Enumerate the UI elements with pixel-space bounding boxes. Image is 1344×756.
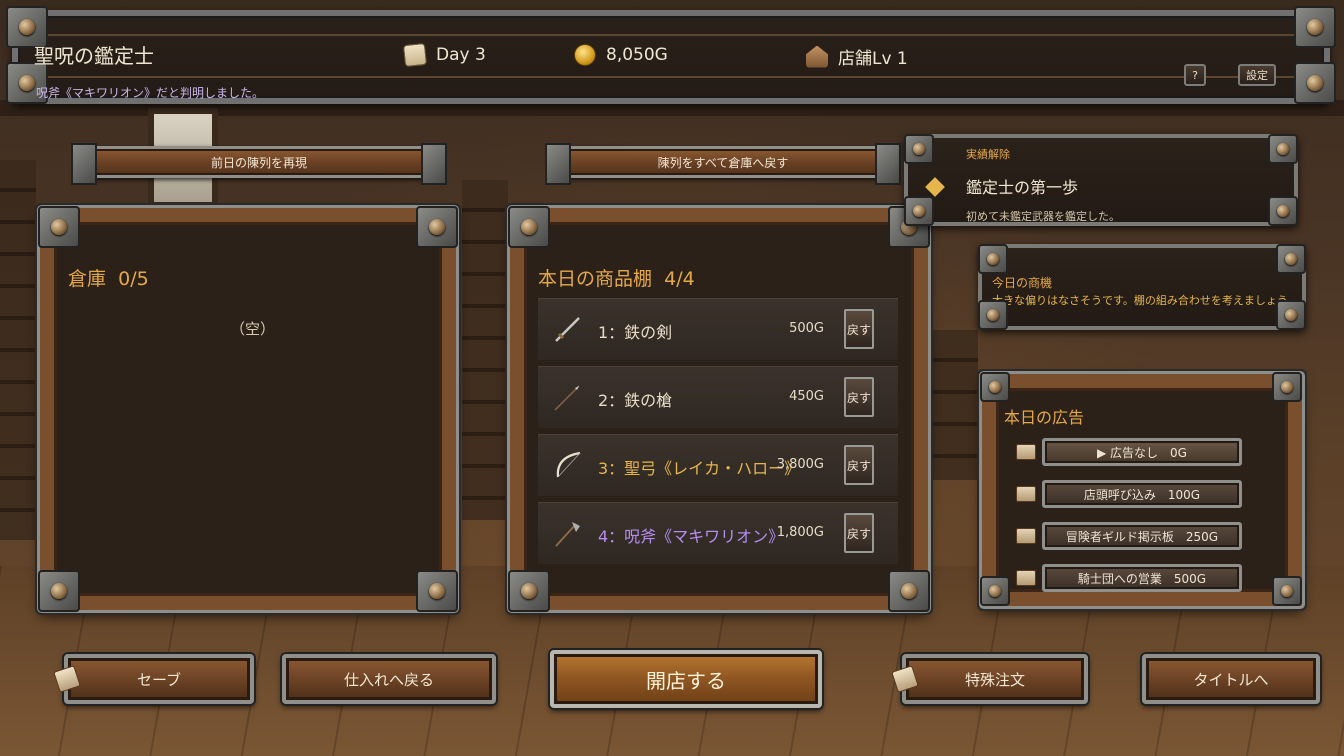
ads-rivet-tl bbox=[980, 372, 1010, 402]
sword-icon bbox=[555, 317, 580, 342]
achievement-rivet-tr bbox=[1268, 134, 1298, 164]
ad-option-guild-board[interactable]: 冒険者ギルド掲示板 250G bbox=[1042, 522, 1242, 550]
topbar-rivet-tr bbox=[1294, 6, 1336, 48]
background-shelf-right bbox=[930, 330, 978, 480]
return-item-button[interactable]: 戻す bbox=[844, 445, 874, 485]
warehouse-empty-text: （空） bbox=[230, 320, 276, 338]
save-label: セーブ bbox=[136, 670, 182, 689]
item-name: 4：呪斧《マキワリオン》 bbox=[598, 527, 785, 546]
return-item-button[interactable]: 戻す bbox=[844, 377, 874, 417]
ad-flyer-icon bbox=[1016, 528, 1036, 544]
background-shelf-mid bbox=[462, 180, 508, 520]
warehouse-rivet-tr bbox=[416, 206, 458, 248]
warehouse-rivet-bl bbox=[38, 570, 80, 612]
day-counter: Day 3 bbox=[402, 42, 486, 68]
day-text: Day 3 bbox=[436, 45, 486, 65]
warehouse-rivet-tl bbox=[38, 206, 80, 248]
warehouse-title-text: 倉庫 bbox=[68, 268, 107, 290]
item-price: 450G bbox=[789, 389, 824, 404]
spear-icon bbox=[554, 385, 580, 411]
achievement-popup: 実績解除 鑑定士の第一歩 初めて未鑑定武器を鑑定した。 bbox=[904, 134, 1298, 226]
shelf-rivet-bl bbox=[508, 570, 550, 612]
help-button[interactable]: ? bbox=[1184, 64, 1206, 86]
game-title: 聖呪の鑑定士 bbox=[34, 44, 154, 68]
shelf-count: 4/4 bbox=[664, 268, 695, 290]
axe-icon bbox=[555, 522, 580, 547]
opportunity-rivet-tl bbox=[978, 244, 1008, 274]
return-all-button[interactable]: 陳列をすべて倉庫へ戻す bbox=[545, 143, 901, 185]
restock-button[interactable]: 仕入れへ戻る bbox=[282, 654, 496, 704]
opportunity-panel: 今日の商機 大きな偏りはなさそうです。棚の組み合わせを考えましょう。 bbox=[978, 244, 1306, 330]
event-log: 呪斧《マキワリオン》だと判明しました。 bbox=[36, 86, 265, 100]
coin-icon bbox=[574, 44, 596, 66]
shop-level: 店舗Lv 1 bbox=[806, 44, 908, 69]
gold-text: 8,050G bbox=[606, 45, 668, 65]
bow-icon bbox=[556, 451, 581, 478]
return-item-button[interactable]: 戻す bbox=[844, 309, 874, 349]
opportunity-text: 大きな偏りはなさそうです。棚の組み合わせを考えましょう。 bbox=[992, 294, 1299, 307]
open-shop-button[interactable]: 開店する bbox=[550, 650, 822, 708]
ad-option-knights[interactable]: 騎士団への営業 500G bbox=[1042, 564, 1242, 592]
ads-rivet-bl bbox=[980, 576, 1010, 606]
gold-counter: 8,050G bbox=[574, 44, 668, 66]
item-name: 3：聖弓《レイカ・ハロー》 bbox=[598, 459, 801, 478]
ads-rivet-tr bbox=[1272, 372, 1302, 402]
save-button[interactable]: セーブ bbox=[53, 654, 254, 704]
topbar-rivet-br bbox=[1294, 62, 1336, 104]
background-shelf-left bbox=[0, 160, 36, 540]
shelf-rivet-br bbox=[888, 570, 930, 612]
item-price: 1,800G bbox=[776, 525, 824, 540]
item-name: 2：鉄の槍 bbox=[598, 391, 673, 410]
opportunity-label: 今日の商機 bbox=[992, 276, 1053, 290]
opportunity-rivet-tr bbox=[1276, 244, 1306, 274]
item-price: 500G bbox=[789, 321, 824, 336]
special-order-label: 特殊注文 bbox=[964, 670, 1025, 689]
shelf-rivet-tl bbox=[508, 206, 550, 248]
return-item-button[interactable]: 戻す bbox=[844, 513, 874, 553]
shelf-item-row[interactable]: 3：聖弓《レイカ・ハロー》 3,800G 戻す bbox=[538, 434, 898, 496]
ad-flyer-icon bbox=[1016, 570, 1036, 586]
shelf-item-row[interactable]: 4：呪斧《マキワリオン》 1,800G 戻す bbox=[538, 502, 898, 564]
item-name: 1：鉄の剣 bbox=[598, 323, 673, 342]
shelf-title-text: 本日の商品棚 bbox=[538, 268, 653, 290]
ads-title: 本日の広告 bbox=[1004, 408, 1085, 427]
warehouse-count: 0/5 bbox=[118, 268, 149, 290]
title-button[interactable]: タイトルへ bbox=[1142, 654, 1320, 704]
shop-icon bbox=[806, 45, 828, 68]
shelf-item-row[interactable]: 2：鉄の槍 450G 戻す bbox=[538, 366, 898, 428]
special-order-button[interactable]: 特殊注文 bbox=[891, 654, 1088, 704]
ad-flyer-icon bbox=[1016, 444, 1036, 460]
opportunity-rivet-br bbox=[1276, 300, 1306, 330]
achievement-rivet-tl bbox=[904, 134, 934, 164]
settings-button[interactable]: 設定 bbox=[1238, 64, 1276, 86]
achievement-label: 実績解除 bbox=[966, 148, 1010, 161]
warehouse-rivet-br bbox=[416, 570, 458, 612]
restore-yesterday-button[interactable]: 前日の陳列を再現 bbox=[71, 143, 447, 185]
achievement-name: 鑑定士の第一歩 bbox=[966, 178, 1079, 197]
ad-option-storefront[interactable]: 店頭呼び込み 100G bbox=[1042, 480, 1242, 508]
achievement-description: 初めて未鑑定武器を鑑定した。 bbox=[966, 210, 1120, 223]
shop-level-text: 店舗Lv 1 bbox=[838, 49, 908, 69]
achievement-rivet-br bbox=[1268, 196, 1298, 226]
achievement-rivet-bl bbox=[904, 196, 934, 226]
ads-rivet-br bbox=[1272, 576, 1302, 606]
top-status-bar-inner bbox=[36, 34, 1306, 78]
ad-flyer-icon bbox=[1016, 486, 1036, 502]
warehouse-title: 倉庫 0/5 bbox=[68, 264, 149, 291]
achievement-diamond-icon bbox=[925, 177, 945, 197]
scroll-icon bbox=[402, 42, 428, 68]
item-price: 3,800G bbox=[776, 457, 824, 472]
ad-option-none[interactable]: ▶ 広告なし 0G bbox=[1042, 438, 1242, 466]
opportunity-rivet-bl bbox=[978, 300, 1008, 330]
shelf-title: 本日の商品棚 4/4 bbox=[538, 264, 695, 291]
shelf-item-row[interactable]: 1：鉄の剣 500G 戻す bbox=[538, 298, 898, 360]
